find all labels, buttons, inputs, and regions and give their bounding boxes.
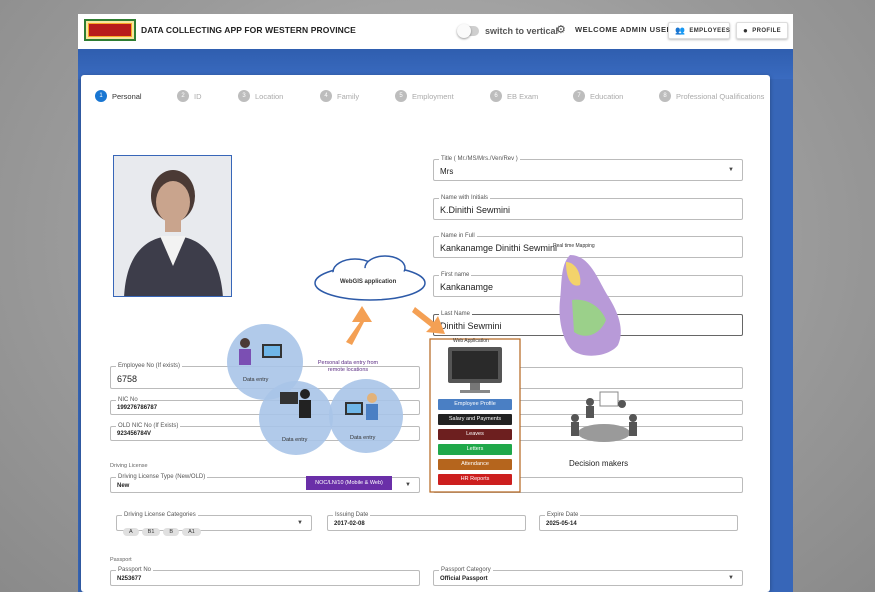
web-application-label: Web Application: [453, 338, 489, 344]
attendance-module[interactable]: Attendance: [438, 459, 512, 470]
arrow-up-icon: [346, 306, 372, 345]
map-label: Real time Mapping: [553, 243, 595, 249]
app-module-list: Employee Profile Salary and Payments Lea…: [438, 399, 512, 489]
data-entry-label: Data entry: [282, 437, 308, 443]
hr-reports-module[interactable]: HR Reports: [438, 474, 512, 485]
arrow-down-icon: [412, 307, 445, 334]
leaves-module[interactable]: Leaves: [438, 429, 512, 440]
letters-module[interactable]: Letters: [438, 444, 512, 455]
overlay-diagram: [227, 255, 637, 493]
webgis-label: WebGIS application: [340, 279, 397, 285]
remote-entry-label: Personal data entry from remote location…: [317, 360, 379, 373]
data-entry-label: Data entry: [350, 435, 376, 441]
salary-module[interactable]: Salary and Payments: [438, 414, 512, 425]
decision-makers-label: Decision makers: [569, 459, 629, 468]
data-entry-label: Data entry: [243, 377, 269, 383]
map-icon: [559, 255, 621, 356]
noc-badge: NOC/LN/10 (Mobile & Web): [306, 476, 392, 490]
meeting-icon: [571, 391, 637, 442]
employee-profile-module[interactable]: Employee Profile: [438, 399, 512, 410]
webgis-cloud: [314, 255, 426, 301]
